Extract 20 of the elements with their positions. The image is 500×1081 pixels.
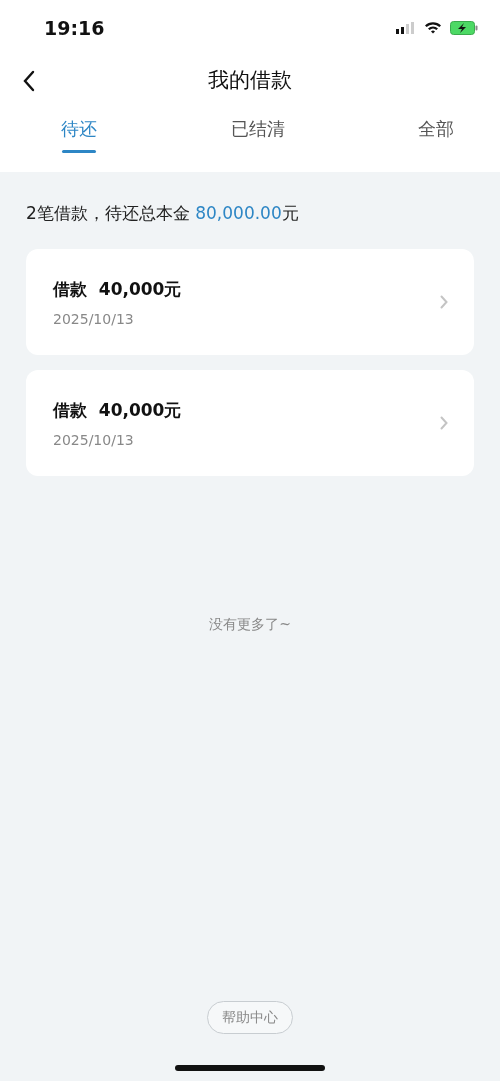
loan-date: 2025/10/13	[53, 310, 135, 327]
tab[interactable]: 全部	[418, 105, 454, 172]
tab[interactable]: 待还	[61, 105, 97, 172]
end-note: 没有更多了~	[208, 616, 292, 634]
chevron-right-icon	[440, 416, 448, 430]
help-center-button[interactable]: 帮助中心	[207, 1001, 293, 1034]
loan-card[interactable]: 借款 40,000元 2025/10/13	[26, 370, 474, 476]
loan-date: 2025/10/13	[53, 431, 135, 448]
battery-icon	[450, 20, 478, 35]
loan-card[interactable]: 借款 40,000元 2025/10/13	[26, 249, 474, 355]
status-time: 19:16	[44, 16, 105, 39]
chevron-right-icon	[440, 295, 448, 309]
tab[interactable]: 已结清	[230, 105, 285, 172]
loan-amount: 借款 40,000元	[53, 277, 182, 301]
loan-amount: 借款 40,000元	[53, 398, 182, 422]
back-icon[interactable]	[22, 70, 36, 92]
page-title: 我的借款	[208, 67, 292, 94]
loan-summary: 2笔借款，待还总本金 80,000.00元	[25, 202, 300, 225]
wifi-icon	[424, 21, 442, 34]
signal-icon	[396, 21, 416, 34]
